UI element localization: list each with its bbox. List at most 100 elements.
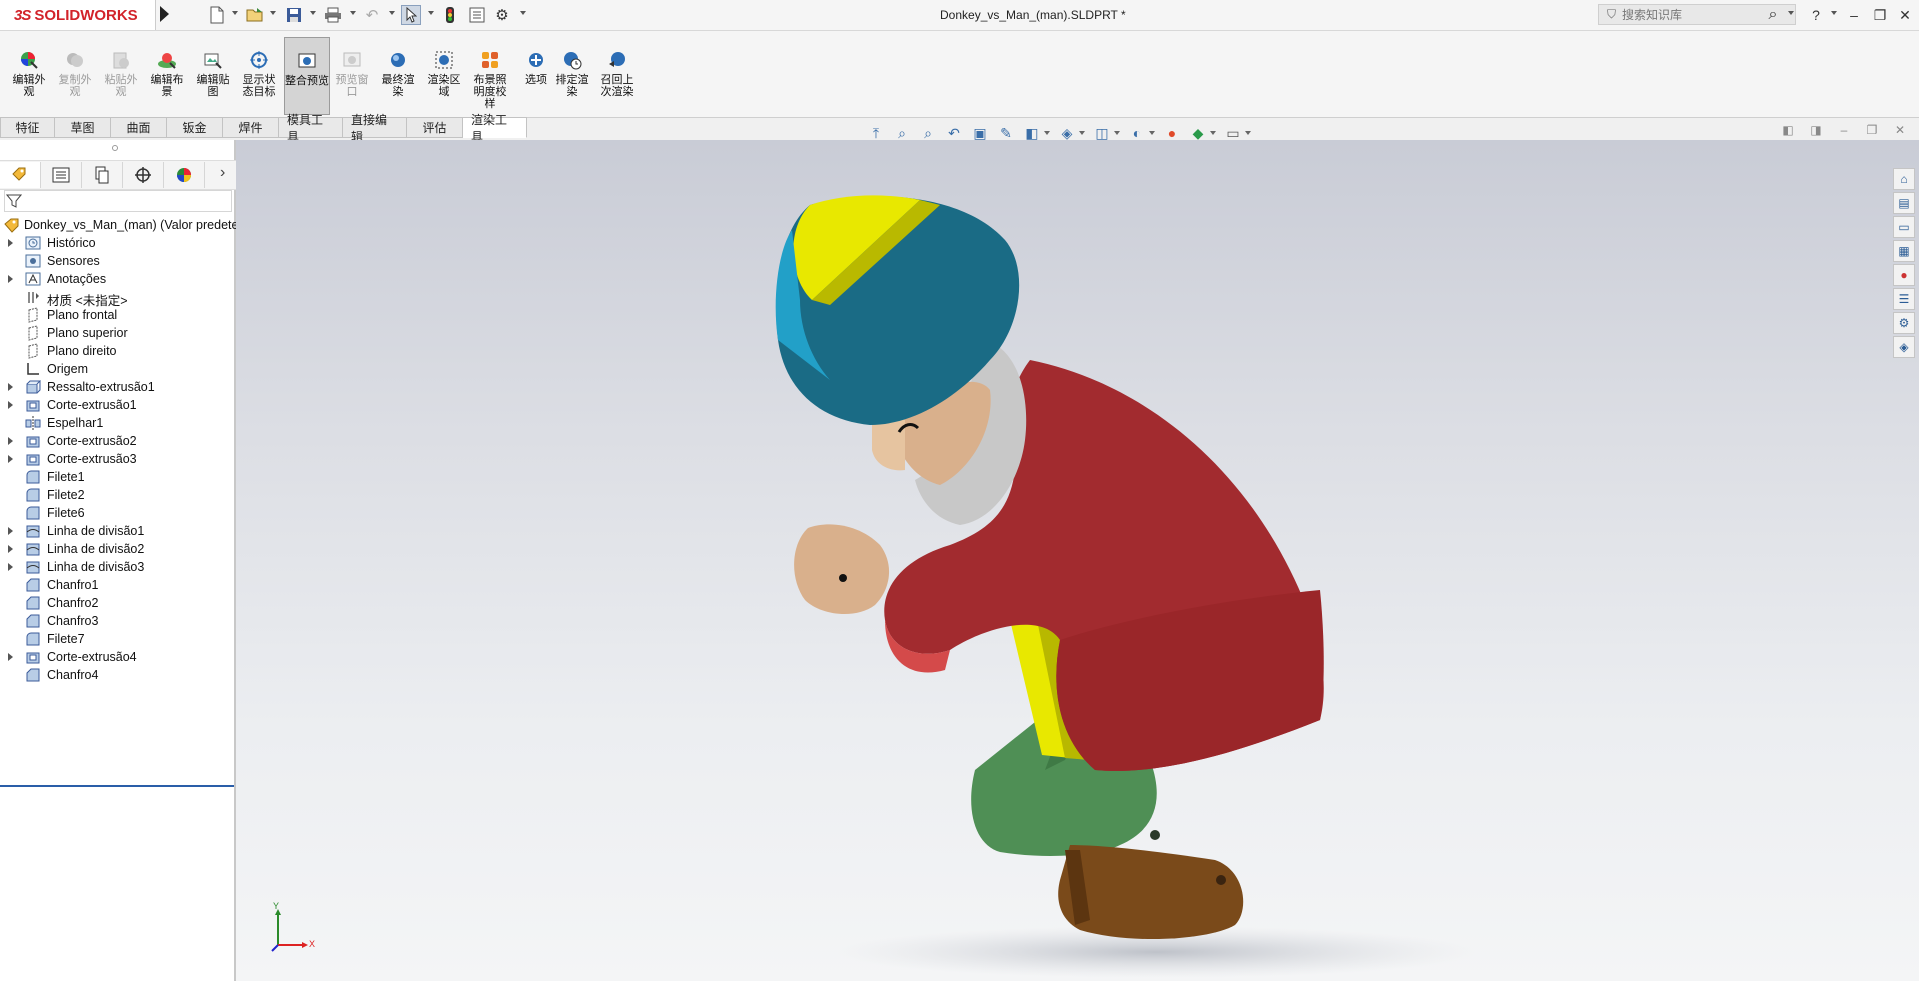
dropdown-icon[interactable] [1114, 131, 1120, 135]
open-dropdown-icon[interactable] [270, 11, 276, 15]
copy-appearance-button[interactable]: 复制外观 [54, 31, 96, 117]
undo-icon[interactable]: ↶ [362, 5, 382, 25]
new-document-icon[interactable] [207, 5, 227, 25]
undo-dropdown-icon[interactable] [389, 11, 395, 15]
3dexperience-icon[interactable]: ◈ [1893, 336, 1915, 358]
tree-item[interactable]: Chanfro4 [0, 664, 236, 686]
filter-icon[interactable] [5, 193, 23, 212]
file-explorer-icon[interactable]: ▭ [1893, 216, 1915, 238]
hide-show-items-icon[interactable]: ◫ [1091, 123, 1113, 143]
rebuild-icon[interactable] [440, 5, 460, 25]
tab-mold-tools[interactable]: 模具工具 [279, 113, 343, 144]
view-settings-icon[interactable]: ◆ [1187, 123, 1209, 143]
expand-arrow-icon[interactable] [8, 239, 13, 247]
recall-last-render-button[interactable]: 召回上次渲染 [596, 31, 638, 117]
expand-arrow-icon[interactable] [8, 275, 13, 283]
preview-window-button[interactable]: 预览窗口 [331, 31, 373, 117]
expand-arrow-icon[interactable] [8, 401, 13, 409]
tab-features[interactable]: 特征 [0, 117, 55, 138]
dropdown-icon[interactable] [1245, 131, 1251, 135]
configuration-manager-tab[interactable] [82, 162, 123, 188]
close-button[interactable]: ✕ [1894, 4, 1916, 26]
search-icon[interactable]: ⌕ [1762, 4, 1784, 26]
new-dropdown-icon[interactable] [232, 11, 238, 15]
section-view-icon[interactable]: ▣ [969, 123, 991, 143]
design-library-icon[interactable]: ▤ [1893, 192, 1915, 214]
view-palette-icon[interactable]: ▦ [1893, 240, 1915, 262]
view-orientation-icon[interactable]: ◧ [1021, 123, 1043, 143]
expand-arrow-icon[interactable] [8, 455, 13, 463]
paste-appearance-button[interactable]: 粘贴外观 [100, 31, 142, 117]
dimxpert-manager-tab[interactable] [123, 162, 164, 188]
expand-arrow-icon[interactable] [8, 527, 13, 535]
previous-view-icon[interactable]: ↶ [943, 123, 965, 143]
select-dropdown-icon[interactable] [428, 11, 434, 15]
dropdown-icon[interactable] [1210, 131, 1216, 135]
edit-appearance-button[interactable]: 编辑外观 [8, 31, 50, 117]
display-manager-tab[interactable] [164, 162, 205, 188]
appearances-scenes-icon[interactable]: ● [1893, 264, 1915, 286]
viewport-close-icon[interactable]: ✕ [1892, 122, 1908, 138]
expand-arrow-icon[interactable] [8, 563, 13, 571]
help-button[interactable]: ? [1805, 4, 1827, 26]
tab-surfaces[interactable]: 曲面 [111, 117, 167, 138]
tab-sheet-metal[interactable]: 钣金 [167, 117, 223, 138]
expand-arrow-icon[interactable] [8, 383, 13, 391]
apply-scene-icon[interactable]: ● [1161, 123, 1183, 143]
feature-manager-tab[interactable] [0, 162, 41, 188]
edit-decal-button[interactable]: 编辑贴图 [192, 31, 234, 117]
tab-weldments[interactable]: 焊件 [223, 117, 279, 138]
graphics-area[interactable] [236, 140, 1919, 981]
collapse-right-icon[interactable]: ◨ [1808, 122, 1824, 138]
panel-grip-icon[interactable] [112, 145, 118, 151]
menu-expand-arrow-icon[interactable] [160, 6, 169, 22]
solidworks-logo[interactable]: 3S SOLIDWORKS [0, 0, 156, 30]
schedule-render-button[interactable]: 排定渲染 [551, 31, 593, 117]
zoom-to-fit-icon[interactable]: ⌕ [891, 123, 913, 143]
tree-filter-field[interactable] [4, 190, 232, 212]
options-gear-icon[interactable]: ⚙ [492, 5, 512, 25]
file-properties-icon[interactable] [467, 5, 487, 25]
man-figure-model[interactable] [775, 195, 1324, 940]
dropdown-icon[interactable] [1079, 131, 1085, 135]
help-dropdown-icon[interactable] [1831, 11, 1837, 15]
viewport-minimize-icon[interactable]: – [1836, 122, 1852, 138]
save-icon[interactable] [284, 5, 304, 25]
render-region-button[interactable]: 渲染区域 [423, 31, 465, 117]
restore-button[interactable]: ❐ [1869, 4, 1891, 26]
view-orientation-arrows-icon[interactable]: ⤒ [865, 123, 887, 143]
edit-appearance-view-icon[interactable]: ◐ [1126, 123, 1148, 143]
final-render-button[interactable]: 最终渲染 [377, 31, 419, 117]
options-dropdown-icon[interactable] [520, 11, 526, 15]
expand-arrow-icon[interactable] [8, 545, 13, 553]
minimize-button[interactable]: – [1843, 4, 1865, 26]
display-state-target-button[interactable]: 显示状态目标 [238, 31, 280, 117]
print-icon[interactable] [323, 5, 343, 25]
tab-evaluate[interactable]: 评估 [407, 117, 463, 138]
display-style-icon[interactable]: ◈ [1056, 123, 1078, 143]
scene-illumination-proof-button[interactable]: 布景照明度校样 [469, 31, 511, 117]
zoom-to-area-icon[interactable]: ⌕ [917, 123, 939, 143]
integrated-preview-button[interactable]: 整合预览 [284, 37, 330, 115]
viewport-restore-icon[interactable]: ❐ [1864, 122, 1880, 138]
custom-properties-icon[interactable]: ☰ [1893, 288, 1915, 310]
tab-sketch[interactable]: 草图 [55, 117, 111, 138]
dropdown-icon[interactable] [1149, 131, 1155, 135]
collapse-left-icon[interactable]: ◧ [1780, 122, 1796, 138]
edit-scene-button[interactable]: 编辑布景 [146, 31, 188, 117]
rollback-bar[interactable] [0, 785, 234, 787]
monitor-icon[interactable]: ▭ [1222, 123, 1244, 143]
select-pointer-icon[interactable] [401, 5, 421, 25]
save-dropdown-icon[interactable] [310, 11, 316, 15]
search-dropdown-icon[interactable] [1788, 11, 1794, 15]
property-manager-tab[interactable] [41, 162, 82, 188]
solidworks-resources-icon[interactable]: ⌂ [1893, 168, 1915, 190]
tab-direct-editing[interactable]: 直接编辑 [343, 113, 407, 144]
open-icon[interactable] [245, 5, 265, 25]
dynamic-annotation-icon[interactable]: ✎ [995, 123, 1017, 143]
more-tabs-chevron-icon[interactable]: › [220, 164, 225, 182]
print-dropdown-icon[interactable] [350, 11, 356, 15]
tab-render-tools[interactable]: 渲染工具 [463, 113, 527, 144]
dropdown-icon[interactable] [1044, 131, 1050, 135]
expand-arrow-icon[interactable] [8, 653, 13, 661]
